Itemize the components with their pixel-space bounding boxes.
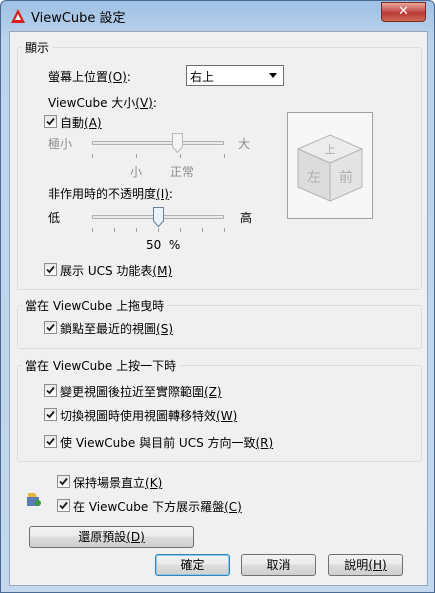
keep-upright-label: 保持場景直立(K) <box>73 476 163 490</box>
dialog-window: ViewCube 設定 ✕ 顯示 螢幕上位置(O): 右上 ViewCube 大… <box>0 0 435 593</box>
chevron-down-icon <box>269 73 277 78</box>
keep-upright-checkbox[interactable] <box>57 475 70 488</box>
drag-group-title: 當在 ViewCube 上拖曳時 <box>22 297 168 314</box>
opacity-low-label: 低 <box>48 211 61 225</box>
orient-ucs-label: 使 ViewCube 與目前 UCS 方向一致(R) <box>60 436 274 450</box>
check-icon <box>46 265 55 274</box>
window-title: ViewCube 設定 <box>31 11 126 26</box>
snap-checkbox[interactable] <box>44 321 57 334</box>
snap-label: 鎖點至最近的視圖(S) <box>60 322 173 336</box>
size-min-label: 極小 <box>48 137 73 151</box>
size-slider-thumb[interactable] <box>172 133 184 153</box>
check-icon <box>46 437 55 446</box>
auto-size-label: 自動(A) <box>60 116 102 130</box>
viewcube-icon: 上 左 前 <box>296 134 364 202</box>
opacity-high-label: 高 <box>240 211 253 225</box>
transition-checkbox[interactable] <box>44 408 57 421</box>
zoom-extents-label: 變更視圖後拉近至實際範圍(Z) <box>60 385 222 399</box>
transition-label: 切換視圖時使用視圖轉移特效(W) <box>60 409 238 423</box>
zoom-extents-checkbox[interactable] <box>44 384 57 397</box>
size-tick <box>180 154 181 158</box>
check-icon <box>46 323 55 332</box>
opacity-tick <box>158 228 159 232</box>
size-small-label: 小 <box>130 165 143 179</box>
position-select-value: 右上 <box>190 70 215 84</box>
autocad-logo-icon <box>11 9 25 23</box>
check-icon <box>46 410 55 419</box>
compass-icon <box>27 493 41 506</box>
auto-size-checkbox[interactable] <box>44 115 57 128</box>
position-select[interactable]: 右上 <box>186 65 284 86</box>
opacity-value: 50 % <box>146 238 181 252</box>
position-label: 螢幕上位置(O): <box>48 70 131 84</box>
size-tick <box>136 154 137 158</box>
size-max-label: 大 <box>238 137 251 151</box>
cube-front-label: 前 <box>339 169 353 186</box>
click-group-title: 當在 ViewCube 上按一下時 <box>22 357 180 374</box>
close-button[interactable]: ✕ <box>381 2 426 22</box>
show-compass-label: 在 ViewCube 下方展示羅盤(C) <box>73 500 242 514</box>
check-icon <box>59 501 68 510</box>
help-button[interactable]: 說明(H) <box>328 554 403 576</box>
viewcube-preview: 上 左 前 <box>287 112 373 219</box>
check-icon <box>46 386 55 395</box>
close-icon: ✕ <box>398 4 409 19</box>
size-tick <box>92 154 93 158</box>
opacity-label: 非作用時的不透明度(I): <box>48 187 173 201</box>
opacity-tick <box>202 228 203 232</box>
size-tick <box>224 154 225 158</box>
show-compass-checkbox[interactable] <box>57 499 70 512</box>
opacity-tick <box>136 228 137 232</box>
ok-button[interactable]: 確定 <box>155 554 230 576</box>
cube-left-label: 左 <box>307 170 321 186</box>
ucs-menu-checkbox[interactable] <box>44 263 57 276</box>
restore-defaults-button[interactable]: 還原預設(D) <box>29 526 194 548</box>
opacity-slider-thumb[interactable] <box>152 207 164 227</box>
size-normal-label: 正常 <box>170 165 195 179</box>
orient-ucs-checkbox[interactable] <box>44 435 57 448</box>
cancel-button[interactable]: 取消 <box>241 554 316 576</box>
dialog-body: 顯示 螢幕上位置(O): 右上 ViewCube 大小(V): 自動(A) 極小… <box>9 31 428 586</box>
check-icon <box>59 477 68 486</box>
size-slider-track <box>92 141 224 145</box>
ucs-menu-label: 展示 UCS 功能表(M) <box>60 264 173 278</box>
opacity-tick <box>114 228 115 232</box>
display-group-title: 顯示 <box>22 39 53 56</box>
opacity-tick <box>180 228 181 232</box>
opacity-tick <box>92 228 93 232</box>
opacity-tick <box>224 228 225 232</box>
check-icon <box>46 117 55 126</box>
cube-top-label: 上 <box>325 143 336 156</box>
size-label: ViewCube 大小(V): <box>48 96 157 110</box>
